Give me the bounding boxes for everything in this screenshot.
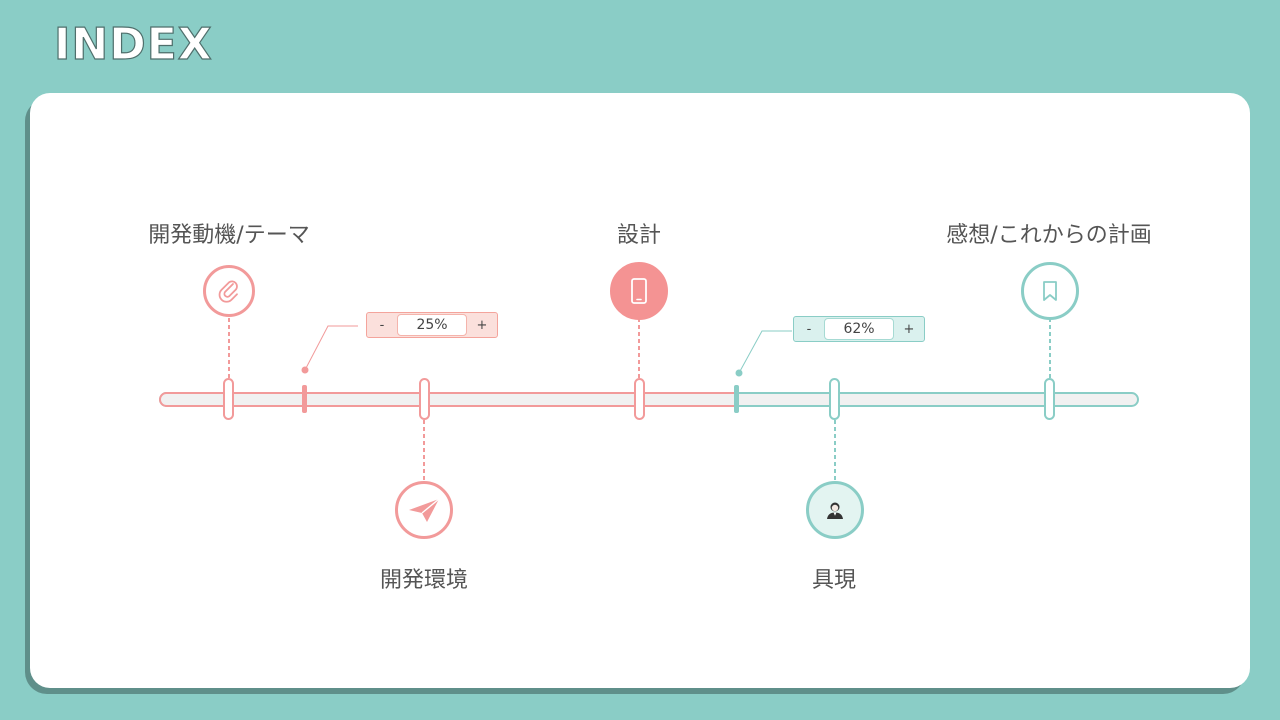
slider-handle-teal <box>734 385 739 413</box>
marker-4 <box>829 378 840 420</box>
track-pink-segment <box>159 392 738 407</box>
label-environment: 開発環境 <box>379 568 469 593</box>
person-icon <box>827 502 843 519</box>
stepper-1-decrement-button[interactable]: - <box>367 313 397 337</box>
smartphone-icon <box>631 278 647 304</box>
paperclip-icon <box>218 280 238 303</box>
label-design: 設計 <box>616 223 662 248</box>
timeline-node-environment[interactable] <box>395 481 453 539</box>
marker-2 <box>419 378 430 420</box>
stepper-1-value[interactable]: 25% <box>397 314 467 336</box>
timeline-track <box>159 318 1139 482</box>
stepper-2-increment-button[interactable]: + <box>894 317 924 341</box>
timeline-node-motivation[interactable] <box>203 265 255 317</box>
progress-stepper-2: - 62% + <box>793 316 925 342</box>
marker-5 <box>1044 378 1055 420</box>
progress-stepper-1: - 25% + <box>366 312 498 338</box>
label-implementation: 具現 <box>811 568 857 593</box>
paper-plane-icon <box>409 498 440 522</box>
bookmark-icon <box>1043 281 1057 301</box>
marker-3 <box>634 378 645 420</box>
timeline-node-reflection[interactable] <box>1021 262 1079 320</box>
slider-handle-pink <box>302 385 307 413</box>
label-reflection: 感想/これからの計画 <box>946 223 1152 248</box>
timeline-node-design[interactable] <box>610 262 668 320</box>
marker-1 <box>223 378 234 420</box>
stepper-1-increment-button[interactable]: + <box>467 313 497 337</box>
label-motivation: 開発動機/テーマ <box>148 223 310 248</box>
stepper-2-decrement-button[interactable]: - <box>794 317 824 341</box>
timeline-node-implementation[interactable] <box>806 481 864 539</box>
stepper-2-value[interactable]: 62% <box>824 318 894 340</box>
